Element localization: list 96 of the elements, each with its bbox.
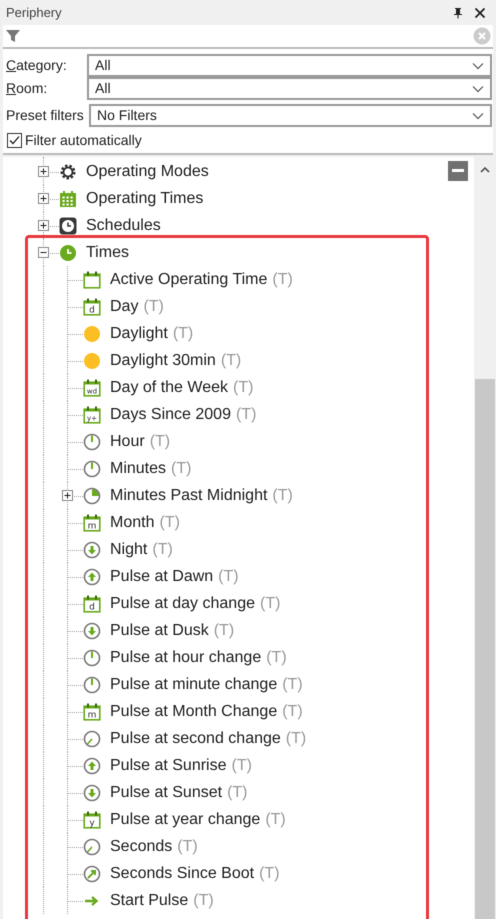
tree-item[interactable]: Pulse at minute change: [110, 672, 278, 696]
type-suffix: (T): [177, 836, 198, 856]
tree-item[interactable]: Times: [86, 240, 129, 264]
type-suffix: (T): [232, 756, 252, 776]
filter-label: Preset filters: [5, 106, 85, 125]
type-suffix: (T): [152, 540, 173, 560]
calendar-icon: m: [83, 702, 101, 720]
checkbox[interactable]: [7, 132, 22, 148]
tree-item[interactable]: Hour: [110, 430, 145, 454]
type-suffix: (T): [218, 566, 239, 586]
clock-icon: [83, 730, 101, 748]
filter-label: Room:: [5, 79, 48, 98]
type-suffix: (T): [220, 350, 242, 370]
clock-icon: [83, 648, 101, 666]
type-suffix: (T): [272, 486, 293, 506]
tree-item[interactable]: Month: [110, 510, 154, 534]
clock-icon: [83, 676, 101, 694]
tree-item[interactable]: Night: [110, 538, 148, 562]
tree-item[interactable]: Seconds: [110, 834, 172, 858]
type-suffix: (T): [171, 458, 192, 478]
expand-icon[interactable]: [38, 220, 49, 231]
pin-icon[interactable]: [452, 6, 464, 18]
type-suffix: (T): [214, 620, 234, 640]
tree-item[interactable]: Day of the Week: [110, 376, 228, 400]
type-suffix: (T): [159, 512, 180, 532]
tree-item[interactable]: Pulse at Sunset: [110, 780, 222, 804]
checkbox-label: Filter automatically: [25, 130, 142, 150]
tree-item[interactable]: Daylight: [110, 322, 168, 346]
tree-item[interactable]: Pulse at Dawn: [110, 564, 214, 588]
calendar-icon: y: [83, 810, 101, 828]
chevron-down-icon: [472, 112, 484, 120]
tree-item[interactable]: Minutes: [110, 456, 166, 480]
filter-field[interactable]: [3, 25, 493, 49]
tree-item[interactable]: Operating Times: [86, 186, 204, 210]
tree-item[interactable]: Days Since 2009: [110, 402, 231, 426]
type-suffix: (T): [193, 890, 214, 910]
tree-item[interactable]: Pulse at hour change: [110, 646, 262, 670]
tree-item[interactable]: Minutes Past Midnight: [110, 484, 268, 508]
type-suffix: (T): [266, 648, 287, 668]
tree-item[interactable]: Operating Modes: [86, 160, 209, 184]
clock-icon: [83, 460, 101, 478]
type-suffix: (T): [232, 378, 254, 398]
filter-icon: [5, 28, 21, 44]
type-suffix: (T): [172, 324, 194, 344]
dropdown[interactable]: All: [87, 54, 492, 77]
tree-item[interactable]: Seconds Since Boot: [110, 862, 254, 886]
type-suffix: (T): [150, 432, 170, 452]
circle-icon: [83, 324, 101, 342]
type-suffix: (T): [260, 594, 280, 614]
tree-item[interactable]: Pulse at Month Change: [110, 700, 278, 724]
chevron-down-icon: [472, 84, 484, 92]
calendar-icon: d: [83, 298, 101, 316]
type-suffix: (T): [259, 864, 280, 884]
tree-item[interactable]: Daylight 30min: [110, 348, 216, 372]
dropdown[interactable]: No Filters: [89, 104, 492, 127]
calendar-icon: m: [83, 514, 101, 532]
type-suffix: (T): [143, 296, 164, 316]
type-suffix: (T): [286, 728, 306, 748]
clock-icon: [59, 244, 77, 262]
calendar-icon: [59, 190, 77, 208]
chevron-up-icon[interactable]: [480, 166, 490, 174]
circle-icon: [83, 352, 101, 370]
tree-item[interactable]: Day: [110, 294, 138, 318]
type-suffix: (T): [272, 270, 293, 290]
clock-icon: [83, 486, 101, 504]
type-suffix: (T): [236, 404, 256, 424]
scrollbar-thumb[interactable]: [475, 379, 495, 919]
close-icon[interactable]: [474, 6, 486, 18]
tree-item[interactable]: Pulse at Sunrise: [110, 754, 227, 778]
tree-item[interactable]: Schedules: [86, 214, 161, 238]
expand-icon[interactable]: [62, 490, 73, 501]
expand-icon[interactable]: [38, 166, 49, 177]
clock-icon: [59, 216, 77, 234]
clock-icon: [83, 432, 101, 450]
tree-item[interactable]: Pulse at second change: [110, 726, 281, 750]
clock-icon: [83, 838, 101, 856]
type-suffix: (T): [282, 674, 303, 694]
calendar-icon: [83, 270, 101, 288]
tree-item[interactable]: Pulse at day change: [110, 592, 255, 616]
collapse-all-button[interactable]: [448, 161, 468, 181]
gear-icon: [59, 162, 77, 180]
expand-icon[interactable]: [38, 193, 49, 204]
chevron-down-icon: [472, 62, 484, 70]
type-suffix: (T): [265, 810, 286, 830]
collapse-icon[interactable]: [38, 247, 49, 258]
type-suffix: (T): [227, 782, 248, 802]
filter-label: Category:: [5, 56, 68, 75]
type-suffix: (T): [282, 702, 303, 722]
tree-item[interactable]: Start Pulse: [110, 888, 188, 912]
tree-item[interactable]: Active Operating Time: [110, 268, 268, 292]
minus-icon: [452, 169, 464, 173]
calendar-icon: d: [83, 594, 101, 612]
tree-item[interactable]: Pulse at year change: [110, 808, 260, 832]
dropdown[interactable]: All: [87, 77, 492, 100]
tree-item[interactable]: Pulse at Dusk: [110, 618, 209, 642]
panel-title: Periphery: [6, 4, 62, 22]
